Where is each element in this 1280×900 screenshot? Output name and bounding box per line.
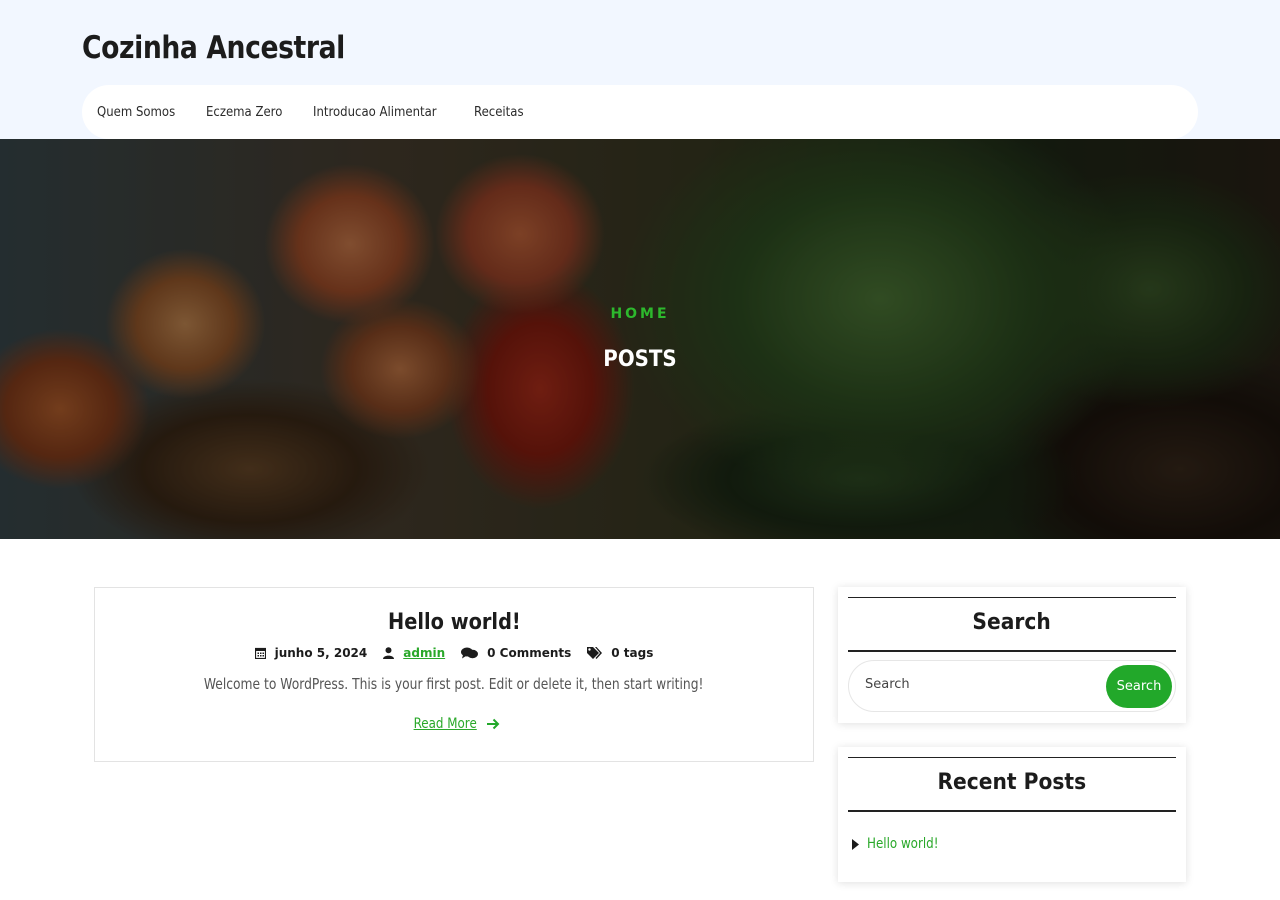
post-comments: 0 Comments bbox=[461, 646, 571, 660]
search-input[interactable] bbox=[865, 677, 1085, 692]
hero-banner: HOME POSTS bbox=[0, 139, 1280, 539]
recent-post-link[interactable]: Hello world! bbox=[867, 836, 938, 852]
recent-posts-header: Recent Posts bbox=[848, 757, 1176, 812]
search-widget-header: Search bbox=[848, 597, 1176, 652]
post-date: junho 5, 2024 bbox=[254, 646, 368, 660]
tags-icon bbox=[587, 647, 603, 659]
nav-item-quem-somos[interactable]: Quem Somos bbox=[97, 105, 175, 120]
post-meta: junho 5, 2024 admin 0 Comments 0 tags bbox=[95, 646, 813, 660]
post-date-text: junho 5, 2024 bbox=[274, 646, 368, 660]
post-author: admin bbox=[383, 646, 445, 660]
list-item: Hello world! bbox=[852, 836, 951, 852]
search-widget-title: Search bbox=[972, 610, 1052, 635]
calendar-icon bbox=[254, 647, 266, 659]
search-button[interactable]: Search bbox=[1106, 665, 1172, 708]
site-header: Cozinha Ancestral Quem Somos Eczema Zero… bbox=[0, 0, 1280, 139]
post-author-link[interactable]: admin bbox=[403, 646, 445, 660]
main-nav: Quem Somos Eczema Zero Introducao Alimen… bbox=[82, 85, 1198, 139]
page-title: POSTS bbox=[603, 347, 677, 372]
recent-posts-title: Recent Posts bbox=[937, 770, 1087, 795]
nav-item-receitas[interactable]: Receitas bbox=[474, 105, 524, 120]
search-widget: Search Search bbox=[838, 587, 1186, 723]
site-title[interactable]: Cozinha Ancestral bbox=[82, 30, 345, 66]
post-card: Hello world! junho 5, 2024 admin 0 Comme… bbox=[94, 587, 814, 762]
post-comments-text: 0 Comments bbox=[487, 646, 572, 660]
post-tags-text: 0 tags bbox=[611, 646, 654, 660]
comments-icon bbox=[461, 647, 479, 659]
search-form: Search bbox=[848, 660, 1176, 712]
post-title-text: Hello world! bbox=[387, 610, 521, 635]
recent-posts-widget: Recent Posts Hello world! bbox=[838, 747, 1186, 882]
post-excerpt: Welcome to WordPress. This is your first… bbox=[95, 675, 813, 693]
user-icon bbox=[383, 647, 395, 659]
caret-right-icon bbox=[852, 838, 859, 850]
post-title[interactable]: Hello world! bbox=[95, 610, 813, 635]
read-more-label: Read More bbox=[413, 716, 478, 732]
post-excerpt-text: Welcome to WordPress. This is your first… bbox=[204, 675, 704, 693]
nav-item-introducao-alimentar[interactable]: Introducao Alimentar bbox=[313, 105, 437, 120]
nav-item-eczema-zero[interactable]: Eczema Zero bbox=[206, 105, 282, 120]
breadcrumb-home[interactable]: HOME bbox=[0, 306, 1280, 322]
read-more-link[interactable]: Read More bbox=[95, 716, 813, 732]
post-tags: 0 tags bbox=[587, 646, 653, 660]
arrow-right-icon bbox=[486, 718, 500, 730]
